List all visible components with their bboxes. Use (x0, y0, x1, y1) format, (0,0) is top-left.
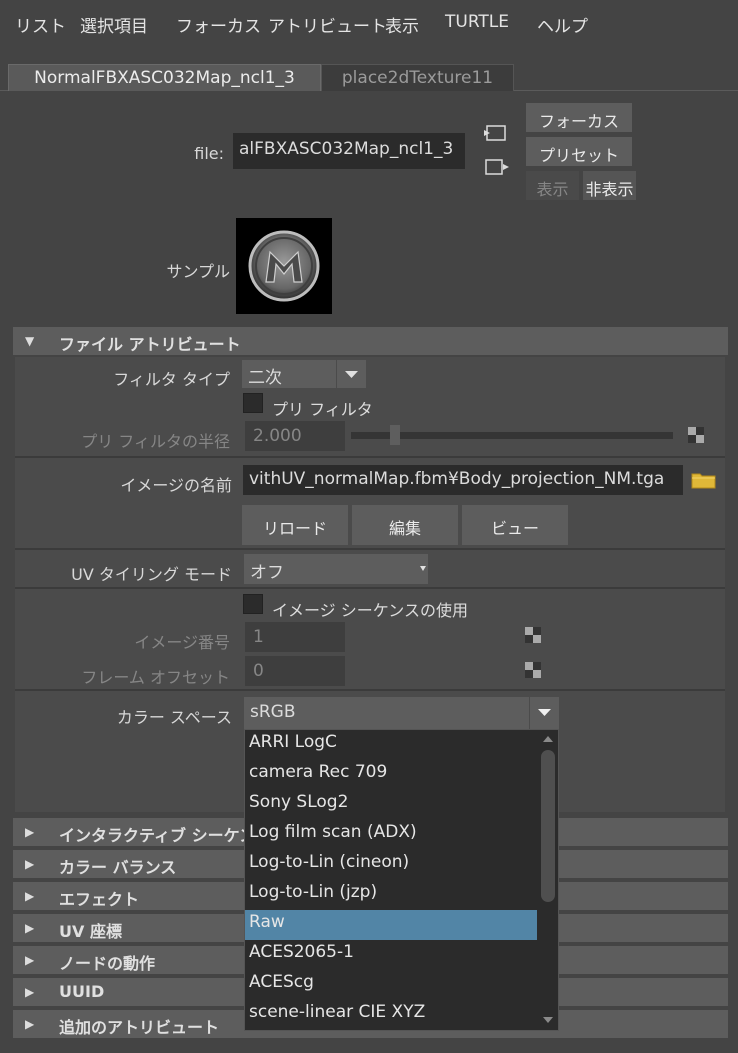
prefilter-radius-field[interactable]: 2.000 (245, 421, 345, 451)
divider (15, 548, 725, 550)
menu-display[interactable]: 表示 (385, 12, 419, 37)
color-space-option[interactable]: ACEScg (245, 970, 537, 1000)
image-name-label: イメージの名前 (120, 476, 232, 495)
menu-bar: リスト 選択項目 フォーカス アトリビュート 表示 TURTLE ヘルプ (0, 0, 738, 48)
color-space-options-list[interactable]: ARRI LogC camera Rec 709 Sony SLog2 Log … (244, 729, 559, 1031)
divider (15, 587, 725, 589)
map-button-icon[interactable] (525, 662, 541, 678)
collapsed-triangle-icon: ▶ (25, 1017, 35, 1031)
uv-tiling-mode-dropdown[interactable]: オフ (244, 554, 412, 584)
menu-help[interactable]: ヘルプ (537, 12, 588, 37)
focus-button[interactable]: フォーカス (526, 103, 632, 132)
prefilter-checkbox[interactable] (243, 393, 263, 413)
scrollbar-thumb[interactable] (541, 750, 555, 902)
image-number-field[interactable]: 1 (245, 622, 345, 652)
maya-logo-icon (248, 230, 320, 302)
map-button-icon[interactable] (525, 627, 541, 643)
uv-tiling-mode-label: UV タイリング モード (71, 565, 232, 584)
collapsed-triangle-icon: ▶ (25, 953, 35, 967)
uv-tiling-mode-arrow[interactable] (412, 554, 428, 584)
collapsed-triangle-icon: ▶ (25, 825, 35, 839)
show-button[interactable]: 表示 (526, 171, 579, 200)
color-space-option-highlighted[interactable]: Raw (245, 910, 537, 940)
color-space-option[interactable]: Log-to-Lin (jzp) (245, 880, 537, 910)
input-connection-icon[interactable] (484, 124, 508, 142)
edit-button[interactable]: 編集 (352, 505, 458, 545)
file-label: file: (194, 144, 224, 163)
hide-button[interactable]: 非表示 (583, 171, 636, 200)
menu-attributes[interactable]: アトリビュート (268, 12, 387, 37)
color-space-dropdown[interactable]: sRGB (244, 697, 529, 729)
color-space-option[interactable]: Log film scan (ADX) (245, 820, 537, 850)
chevron-down-icon (420, 566, 426, 571)
sample-label: サンプル (166, 262, 230, 281)
options-scrollbar[interactable] (538, 730, 558, 1030)
color-space-option[interactable]: Log-to-Lin (cineon) (245, 850, 537, 880)
menu-selection[interactable]: 選択項目 (80, 12, 148, 37)
color-space-option[interactable]: scene-linear CIE XYZ (245, 1000, 537, 1030)
scroll-up-icon[interactable] (541, 733, 555, 745)
color-space-label: カラー スペース (116, 708, 232, 727)
map-button-icon[interactable] (688, 427, 704, 443)
collapsed-triangle-icon: ▶ (25, 889, 35, 903)
use-image-sequence-checkbox[interactable] (243, 594, 263, 614)
color-space-option[interactable]: camera Rec 709 (245, 760, 537, 790)
collapsed-triangle-icon: ▶ (25, 857, 35, 871)
preset-button[interactable]: プリセット (526, 137, 632, 166)
sample-swatch[interactable] (236, 218, 332, 314)
color-space-option[interactable]: ARRI LogC (245, 730, 537, 760)
scroll-down-icon[interactable] (541, 1014, 555, 1026)
view-button[interactable]: ビュー (462, 505, 568, 545)
expanded-triangle-icon: ▼ (25, 334, 35, 348)
section-file-attributes[interactable]: ▼ ファイル アトリビュート (13, 327, 728, 355)
menu-turtle[interactable]: TURTLE (445, 12, 509, 32)
use-image-sequence-label: イメージ シーケンスの使用 (272, 601, 468, 620)
prefilter-label: プリ フィルタ (272, 400, 373, 419)
divider (15, 689, 725, 691)
filter-type-dropdown[interactable]: 二次 (242, 360, 336, 388)
menu-list[interactable]: リスト (15, 12, 66, 37)
chevron-down-icon (345, 371, 358, 378)
collapsed-triangle-icon: ▶ (25, 985, 35, 999)
frame-offset-field[interactable]: 0 (245, 656, 345, 686)
chevron-down-icon (538, 709, 551, 716)
filter-type-arrow[interactable] (337, 360, 366, 388)
divider (15, 456, 725, 458)
color-space-option[interactable]: ACES2065-1 (245, 940, 537, 970)
filter-type-label: フィルタ タイプ (113, 370, 230, 389)
reload-button[interactable]: リロード (242, 505, 348, 545)
image-number-label: イメージ番号 (134, 633, 230, 652)
menu-focus[interactable]: フォーカス (176, 12, 261, 37)
color-space-option[interactable]: Sony SLog2 (245, 790, 537, 820)
color-space-arrow[interactable] (530, 697, 559, 729)
collapsed-triangle-icon: ▶ (25, 921, 35, 935)
output-connection-icon[interactable] (484, 158, 510, 176)
image-name-field[interactable]: vithUV_normalMap.fbm¥Body_projection_NM.… (243, 465, 683, 495)
tab-normal-map[interactable]: NormalFBXASC032Map_ncl1_3 (8, 64, 321, 91)
folder-icon[interactable] (691, 470, 717, 490)
node-name-field[interactable]: alFBXASC032Map_ncl1_3 (233, 133, 465, 169)
tab-place2dtexture[interactable]: place2dTexture11 (321, 64, 514, 91)
frame-offset-label: フレーム オフセット (81, 668, 230, 687)
prefilter-radius-label: プリ フィルタの半径 (81, 432, 230, 451)
prefilter-radius-slider-handle[interactable] (390, 425, 400, 445)
